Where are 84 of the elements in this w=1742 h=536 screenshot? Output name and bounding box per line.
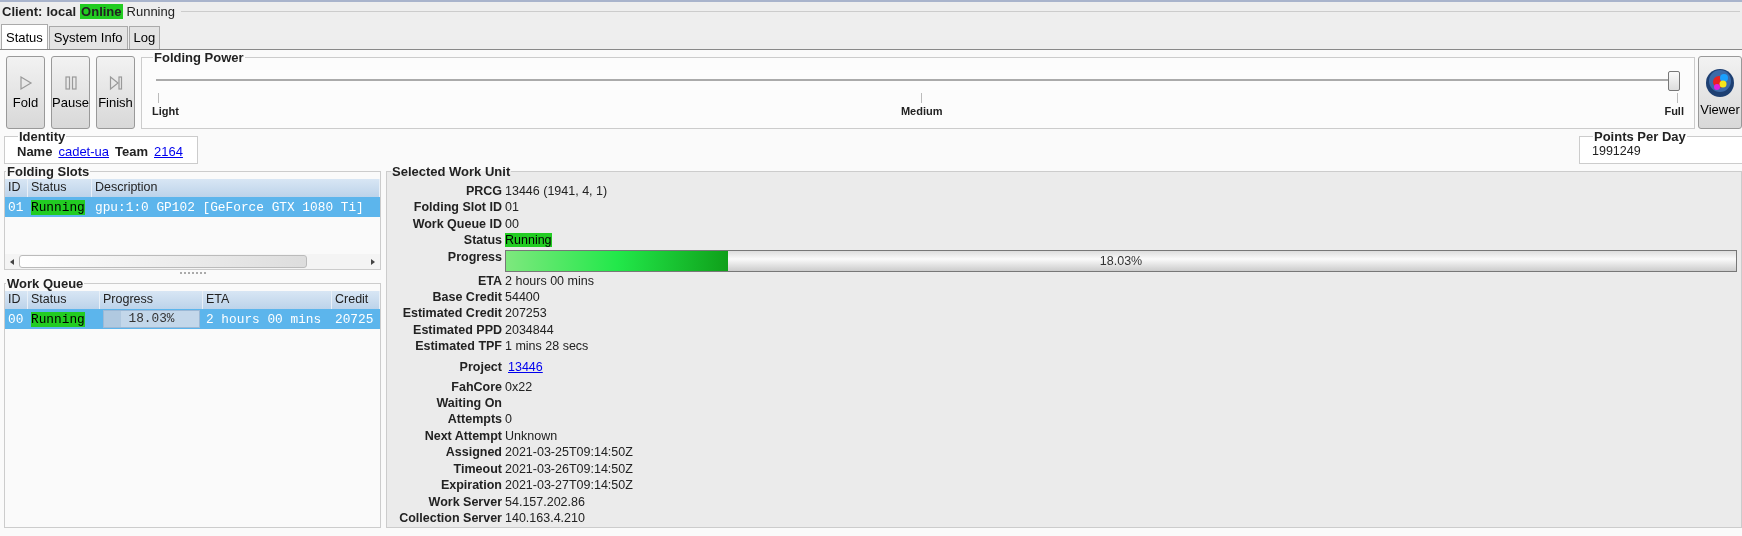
table-cell-text: gpu:1:0 GP102 [GeForce GTX 1080 Ti] xyxy=(94,199,365,215)
power-slider[interactable] xyxy=(156,69,1680,91)
name-label: Name xyxy=(17,144,53,159)
field-value: 1 mins 28 secs xyxy=(505,339,589,354)
table-cell-text: 00 xyxy=(7,311,25,327)
field-value: 2 hours 00 mins xyxy=(505,273,594,288)
project-link[interactable]: 13446 xyxy=(508,359,543,374)
field-label: ETA xyxy=(476,272,502,290)
scroll-right-icon[interactable] xyxy=(369,257,377,266)
pause-button[interactable]: Pause xyxy=(51,56,90,129)
progress-bar: 18.03% xyxy=(505,249,1737,272)
progress-bar: 18.03% xyxy=(103,310,200,328)
ppd-title: Points Per Day xyxy=(1593,129,1687,144)
field-value: 54.157.202.86 xyxy=(505,494,585,509)
field-label: Folding Slot ID xyxy=(412,199,502,216)
field-value: 00 xyxy=(505,216,519,231)
slot-row[interactable]: 01 Running gpu:1:0 GP102 [GeForce GTX 1080 Ti] xyxy=(5,197,380,217)
scroll-left-icon[interactable] xyxy=(8,257,16,266)
table-cell-text: 20725 xyxy=(334,311,375,327)
tab[interactable]: Log xyxy=(128,26,161,49)
field-label: Next Attempt xyxy=(423,427,502,445)
field-label: PRCG xyxy=(464,183,502,200)
field-label: Waiting On xyxy=(435,395,502,412)
pause-icon xyxy=(63,75,78,91)
field-label: Estimated Credit xyxy=(401,305,502,322)
field-value: 2021-03-25T09:14:50Z xyxy=(505,445,633,460)
selected-work-unit-title: Selected Work Unit xyxy=(391,164,512,179)
viewer-button[interactable]: Viewer xyxy=(1698,56,1742,129)
scrollbar-thumb[interactable] xyxy=(19,255,307,268)
play-icon xyxy=(18,75,33,91)
table-cell-text: 2 hours 00 mins xyxy=(205,311,323,327)
field-label: Attempts xyxy=(446,411,502,428)
field-value: 2021-03-26T09:14:50Z xyxy=(505,461,633,476)
field-value: Unknown xyxy=(505,428,558,443)
connection-status: Online xyxy=(80,4,123,19)
field-label: Estimated TPF xyxy=(414,338,502,355)
finish-button[interactable]: Finish xyxy=(96,56,135,129)
client-label: Client: xyxy=(2,4,43,19)
globe-icon xyxy=(1705,68,1735,98)
field-value: 0x22 xyxy=(505,379,533,394)
tab[interactable]: Status xyxy=(1,24,48,49)
tab[interactable]: System Info xyxy=(48,26,128,49)
field-label: Progress xyxy=(446,248,502,266)
field-label: Status xyxy=(462,232,502,249)
field-value: 2034844 xyxy=(505,322,554,337)
tick-label: Full xyxy=(1664,105,1684,117)
team-label: Team xyxy=(115,144,148,159)
field-label: Base Credit xyxy=(431,289,502,306)
tick-label: Medium xyxy=(900,105,943,117)
field-value: 2021-03-27T09:14:50Z xyxy=(505,478,633,493)
user-name-link[interactable]: cadet-ua xyxy=(58,144,109,159)
status-badge: Running xyxy=(505,233,552,248)
queue-row[interactable]: 00 Running 18.03% 2 hours 00 mins 20725 xyxy=(5,309,380,329)
fold-button[interactable]: Fold xyxy=(6,56,45,129)
client-state: Running xyxy=(126,4,175,19)
field-label: Project xyxy=(458,358,502,376)
field-label: FahCore xyxy=(450,378,502,396)
field-value: 207253 xyxy=(505,306,547,321)
work-queue-title: Work Queue xyxy=(6,276,85,291)
identity-title: Identity xyxy=(18,129,67,144)
field-label: Estimated PPD xyxy=(412,321,502,339)
field-label: Timeout xyxy=(452,460,502,478)
field-label: Work Server xyxy=(427,493,502,510)
status-badge: Running xyxy=(31,199,85,215)
field-label: Collection Server xyxy=(398,509,502,527)
splitter-grip-icon[interactable] xyxy=(179,272,206,275)
status-badge: Running xyxy=(31,311,85,327)
field-value: 0 xyxy=(505,412,512,427)
folding-power-title: Folding Power xyxy=(153,50,245,65)
field-value: 01 xyxy=(505,200,519,215)
folding-slots-title: Folding Slots xyxy=(6,164,91,179)
table-cell-text: 01 xyxy=(7,199,25,215)
field-value: 13446 (1941, 4, 1) xyxy=(505,184,608,198)
team-link[interactable]: 2164 xyxy=(154,144,183,159)
ppd-value: 1991249 xyxy=(1592,144,1642,158)
field-value: 140.163.4.210 xyxy=(505,510,585,525)
client-name: local xyxy=(46,4,77,19)
field-label: Expiration xyxy=(439,477,502,494)
field-value: 54400 xyxy=(505,290,540,305)
skip-end-icon xyxy=(108,75,123,91)
tick-label: Light xyxy=(152,105,179,117)
field-label: Work Queue ID xyxy=(411,215,502,233)
field-label: Assigned xyxy=(444,444,502,461)
slider-thumb[interactable] xyxy=(1668,71,1680,91)
